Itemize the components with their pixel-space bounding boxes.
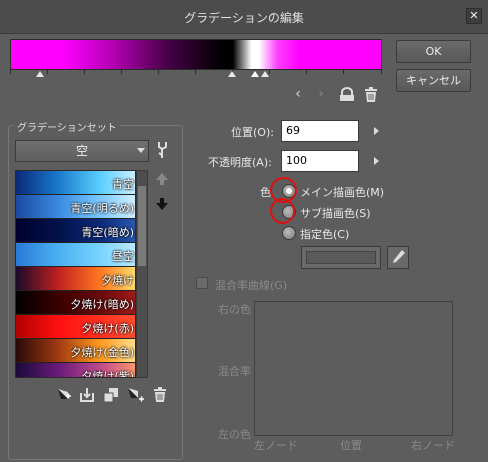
opacity-slider-arrow-icon[interactable] — [374, 157, 379, 165]
preset-item[interactable]: 青空 — [16, 171, 135, 195]
preset-item-label: 夕焼け — [101, 274, 134, 287]
specified-color-radio[interactable] — [282, 226, 296, 240]
scrollbar-thumb[interactable] — [138, 186, 146, 266]
chevron-down-icon — [137, 148, 145, 153]
specified-color-label[interactable]: 指定色(C) — [300, 226, 349, 242]
wrench-icon[interactable] — [156, 141, 172, 159]
color-swatch-button[interactable] — [301, 246, 381, 269]
sub-color-label[interactable]: サブ描画色(S) — [300, 205, 371, 221]
move-up-icon[interactable] — [155, 172, 169, 186]
close-icon[interactable]: ✕ — [466, 8, 482, 24]
preset-item-label: 青空 — [112, 178, 134, 191]
gradient-node-right[interactable] — [261, 71, 269, 77]
add-preset-icon[interactable] — [56, 387, 72, 403]
preset-item-label: 昼空 — [112, 250, 134, 263]
color-swatch — [306, 251, 376, 264]
preset-item[interactable]: 青空(明るめ) — [16, 195, 135, 219]
blend-curve-label[interactable]: 混合率曲線(G) — [215, 277, 287, 293]
position-axis-label: 位置 — [340, 439, 362, 452]
preset-item-label: 夕焼け(紫) — [81, 370, 134, 378]
import-icon[interactable] — [79, 387, 95, 403]
preset-item[interactable]: 昼空 — [16, 243, 135, 267]
duplicate-icon[interactable] — [103, 387, 119, 403]
lock-icon[interactable] — [338, 87, 356, 104]
left-color-label: 左の色 — [218, 428, 251, 441]
chevron-right-icon[interactable]: › — [315, 86, 327, 102]
gradient-node-middle[interactable] — [228, 71, 236, 77]
preset-item[interactable]: 夕焼け(赤) — [16, 315, 135, 339]
opacity-label: 不透明度(A): — [208, 156, 272, 169]
new-set-icon[interactable] — [127, 387, 145, 403]
preset-item[interactable]: 夕焼け(暗め) — [16, 291, 135, 315]
blend-rate-label: 混合率 — [218, 365, 251, 378]
gradient-ruler — [10, 70, 382, 74]
position-input[interactable]: 69 — [281, 120, 359, 142]
gradient-preset-list[interactable]: 青空青空(明るめ) 青空(暗め) 昼空夕焼け夕焼け(暗め) 夕焼け(赤) 夕焼け(金色)… — [15, 170, 136, 378]
left-node-label: 左ノード — [254, 439, 298, 452]
preset-item[interactable]: 夕焼け — [16, 267, 135, 291]
gradient-preview-bar[interactable] — [10, 39, 382, 70]
preset-item[interactable]: 夕焼け(紫) — [16, 363, 135, 378]
right-color-label: 右の色 — [218, 303, 251, 316]
preset-item-label: 夕焼け(赤) — [81, 322, 134, 335]
position-slider-arrow-icon[interactable] — [374, 127, 379, 135]
gradient-node-left[interactable] — [36, 71, 44, 77]
main-color-label[interactable]: メイン描画色(M) — [300, 184, 384, 200]
ok-button[interactable]: OK — [396, 40, 471, 63]
cancel-button[interactable]: キャンセル — [396, 69, 471, 92]
opacity-input[interactable]: 100 — [281, 150, 359, 172]
preset-item-label: 青空(暗め) — [81, 226, 134, 239]
blend-curve-graph[interactable] — [254, 301, 453, 436]
preset-item-label: 夕焼け(暗め) — [70, 298, 134, 311]
annotation-circle-sub — [267, 195, 298, 227]
gradient-set-select[interactable]: 空 — [15, 140, 149, 162]
right-node-label: 右ノード — [411, 439, 455, 452]
window-title: グラデーションの編集 — [184, 11, 304, 25]
eyedropper-icon[interactable] — [387, 246, 409, 269]
preset-item[interactable]: 青空(暗め) — [16, 219, 135, 243]
move-down-icon[interactable] — [155, 197, 169, 211]
position-label: 位置(O): — [231, 126, 274, 139]
trash-icon[interactable] — [153, 387, 167, 403]
preset-item-label: 夕焼け(金色) — [70, 346, 134, 359]
chevron-left-icon[interactable]: ‹ — [292, 86, 304, 102]
preset-item[interactable]: 夕焼け(金色) — [16, 339, 135, 363]
gradient-node-selected[interactable] — [251, 71, 259, 77]
trash-icon[interactable] — [364, 87, 378, 103]
preset-item-label: 青空(明るめ) — [70, 202, 134, 215]
blend-curve-checkbox[interactable] — [196, 277, 208, 289]
gradient-set-label: グラデーションセット — [14, 119, 120, 134]
